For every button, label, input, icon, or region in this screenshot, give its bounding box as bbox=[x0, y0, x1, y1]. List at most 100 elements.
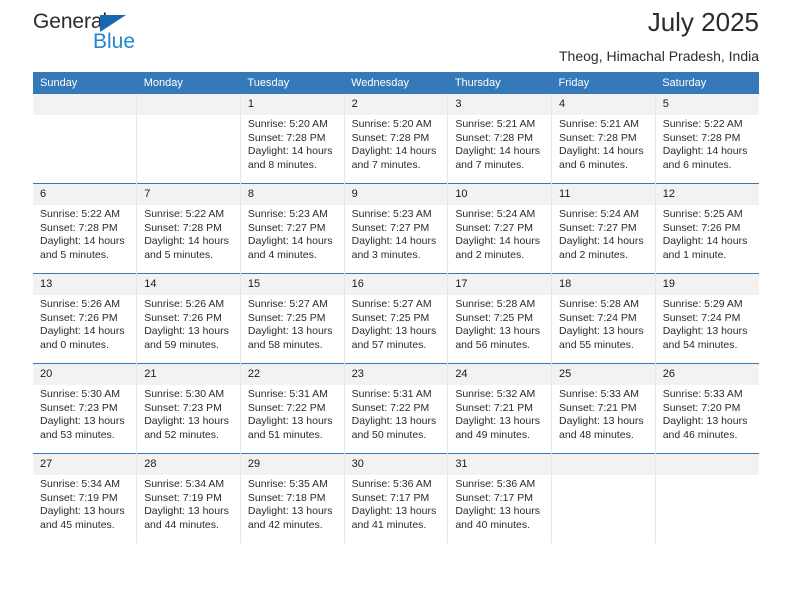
calendar-day-cell[interactable]: 25 Sunrise: 5:33 AM Sunset: 7:21 PM Dayligh… bbox=[551, 363, 656, 454]
calendar-day-cell[interactable]: 15 Sunrise: 5:27 AM Sunset: 7:25 PM Dayligh… bbox=[239, 273, 345, 364]
daylight-text-line1: Daylight: 13 hours bbox=[662, 415, 748, 428]
day-number: 9 bbox=[344, 184, 448, 205]
day-number: 17 bbox=[448, 274, 552, 295]
weekday-header-row: Sunday Monday Tuesday Wednesday Thursday… bbox=[33, 72, 759, 94]
sunrise-text: Sunrise: 5:27 AM bbox=[351, 298, 432, 310]
day-details: Sunrise: 5:29 AM Sunset: 7:24 PM Daylight:… bbox=[656, 295, 759, 352]
calendar-day-cell[interactable]: 13 Sunrise: 5:26 AM Sunset: 7:26 PM Dayligh… bbox=[33, 273, 137, 364]
weekday-header-sunday: Sunday bbox=[33, 72, 137, 94]
daylight-text-line1: Daylight: 13 hours bbox=[247, 505, 333, 518]
sunset-text: Sunset: 7:22 PM bbox=[247, 401, 326, 414]
day-details: Sunrise: 5:23 AM Sunset: 7:27 PM Daylight:… bbox=[241, 205, 344, 262]
daylight-text-line2: and 58 minutes. bbox=[247, 338, 323, 351]
day-details: Sunrise: 5:27 AM Sunset: 7:25 PM Daylight:… bbox=[345, 295, 448, 352]
sunset-text: Sunset: 7:27 PM bbox=[247, 221, 326, 234]
sunset-text: Sunset: 7:25 PM bbox=[351, 311, 430, 324]
day-number: 1 bbox=[240, 94, 344, 115]
calendar-day-cell[interactable]: 4 Sunrise: 5:21 AM Sunset: 7:28 PM Daylight… bbox=[551, 94, 656, 184]
day-number: 19 bbox=[655, 274, 759, 295]
sunrise-text: Sunrise: 5:24 AM bbox=[455, 208, 536, 220]
day-number: 27 bbox=[33, 454, 137, 475]
calendar-day-cell[interactable]: 14 Sunrise: 5:26 AM Sunset: 7:26 PM Dayligh… bbox=[136, 273, 241, 364]
calendar-day-cell[interactable]: 16 Sunrise: 5:27 AM Sunset: 7:25 PM Dayligh… bbox=[343, 273, 448, 364]
daylight-text-line2: and 48 minutes. bbox=[559, 428, 634, 441]
daylight-text-line2: and 50 minutes. bbox=[351, 428, 427, 441]
calendar-day-cell[interactable]: 12 Sunrise: 5:25 AM Sunset: 7:26 PM Dayligh… bbox=[654, 183, 759, 274]
sunrise-text: Sunrise: 5:34 AM bbox=[40, 478, 120, 490]
weekday-header-wednesday: Wednesday bbox=[344, 72, 448, 94]
calendar-day-cell-empty bbox=[136, 94, 241, 184]
calendar-week-row: 1 Sunrise: 5:20 AM Sunset: 7:28 PM Daylight… bbox=[33, 94, 759, 184]
day-number: 15 bbox=[240, 274, 344, 295]
day-details: Sunrise: 5:24 AM Sunset: 7:27 PM Daylight:… bbox=[552, 205, 655, 262]
page-subtitle: Theog, Himachal Pradesh, India bbox=[559, 48, 759, 64]
sunrise-text: Sunrise: 5:21 AM bbox=[455, 118, 536, 130]
day-details: Sunrise: 5:28 AM Sunset: 7:24 PM Daylight:… bbox=[552, 295, 655, 352]
calendar-day-cell[interactable]: 21 Sunrise: 5:30 AM Sunset: 7:23 PM Dayligh… bbox=[136, 363, 241, 454]
weekday-header-tuesday: Tuesday bbox=[240, 72, 345, 94]
calendar-day-cell[interactable]: 23 Sunrise: 5:31 AM Sunset: 7:22 PM Dayligh… bbox=[343, 363, 448, 454]
calendar-day-cell[interactable]: 17 Sunrise: 5:28 AM Sunset: 7:25 PM Dayligh… bbox=[447, 273, 552, 364]
day-details: Sunrise: 5:33 AM Sunset: 7:20 PM Daylight:… bbox=[656, 385, 759, 442]
daylight-text-line2: and 49 minutes. bbox=[455, 428, 531, 441]
calendar-day-cell[interactable]: 27 Sunrise: 5:34 AM Sunset: 7:19 PM Dayligh… bbox=[33, 453, 137, 543]
calendar-day-cell[interactable]: 8 Sunrise: 5:23 AM Sunset: 7:27 PM Daylight… bbox=[239, 183, 345, 274]
calendar-day-cell[interactable]: 28 Sunrise: 5:34 AM Sunset: 7:19 PM Dayligh… bbox=[136, 453, 241, 543]
day-details: Sunrise: 5:22 AM Sunset: 7:28 PM Daylight:… bbox=[656, 115, 759, 172]
sunrise-text: Sunrise: 5:31 AM bbox=[351, 388, 432, 400]
calendar-day-cell[interactable]: 10 Sunrise: 5:24 AM Sunset: 7:27 PM Dayligh… bbox=[447, 183, 552, 274]
calendar-day-cell[interactable]: 1 Sunrise: 5:20 AM Sunset: 7:28 PM Daylight… bbox=[239, 94, 345, 184]
calendar-day-cell[interactable]: 20 Sunrise: 5:30 AM Sunset: 7:23 PM Dayligh… bbox=[33, 363, 137, 454]
daylight-text-line1: Daylight: 13 hours bbox=[455, 505, 540, 518]
sunrise-text: Sunrise: 5:26 AM bbox=[144, 298, 225, 310]
day-details: Sunrise: 5:35 AM Sunset: 7:18 PM Daylight:… bbox=[241, 475, 344, 532]
calendar-day-cell[interactable]: 11 Sunrise: 5:24 AM Sunset: 7:27 PM Dayligh… bbox=[551, 183, 656, 274]
calendar-day-cell[interactable]: 26 Sunrise: 5:33 AM Sunset: 7:20 PM Dayligh… bbox=[654, 363, 759, 454]
day-details: Sunrise: 5:27 AM Sunset: 7:25 PM Daylight:… bbox=[241, 295, 344, 352]
calendar-day-cell[interactable]: 3 Sunrise: 5:21 AM Sunset: 7:28 PM Daylight… bbox=[447, 94, 552, 184]
daylight-text-line1: Daylight: 13 hours bbox=[351, 505, 437, 518]
daylight-text-line1: Daylight: 14 hours bbox=[40, 325, 125, 338]
calendar-day-cell[interactable]: 22 Sunrise: 5:31 AM Sunset: 7:22 PM Dayligh… bbox=[239, 363, 345, 454]
sunset-text: Sunset: 7:19 PM bbox=[40, 491, 118, 504]
weekday-header-friday: Friday bbox=[551, 72, 656, 94]
calendar-day-cell[interactable]: 31 Sunrise: 5:36 AM Sunset: 7:17 PM Dayligh… bbox=[447, 453, 552, 543]
calendar-day-cell[interactable]: 2 Sunrise: 5:20 AM Sunset: 7:28 PM Daylight… bbox=[343, 94, 448, 184]
brand-name-blue: Blue bbox=[93, 30, 136, 53]
calendar-day-cell[interactable]: 29 Sunrise: 5:35 AM Sunset: 7:18 PM Dayligh… bbox=[239, 453, 345, 543]
calendar-day-cell[interactable]: 19 Sunrise: 5:29 AM Sunset: 7:24 PM Dayligh… bbox=[654, 273, 759, 364]
day-details: Sunrise: 5:22 AM Sunset: 7:28 PM Daylight:… bbox=[33, 205, 136, 262]
day-details: Sunrise: 5:20 AM Sunset: 7:28 PM Daylight:… bbox=[241, 115, 344, 172]
sunrise-text: Sunrise: 5:23 AM bbox=[247, 208, 328, 220]
sunset-text: Sunset: 7:20 PM bbox=[662, 401, 741, 414]
day-details: Sunrise: 5:21 AM Sunset: 7:28 PM Daylight:… bbox=[552, 115, 655, 172]
sunrise-text: Sunrise: 5:36 AM bbox=[455, 478, 536, 490]
calendar-day-cell[interactable]: 18 Sunrise: 5:28 AM Sunset: 7:24 PM Dayligh… bbox=[551, 273, 656, 364]
daylight-text-line2: and 54 minutes. bbox=[662, 338, 738, 351]
sunset-text: Sunset: 7:27 PM bbox=[559, 221, 637, 234]
weekday-header-thursday: Thursday bbox=[447, 72, 552, 94]
day-details: Sunrise: 5:21 AM Sunset: 7:28 PM Daylight:… bbox=[448, 115, 551, 172]
day-number: 25 bbox=[552, 364, 655, 385]
sunrise-text: Sunrise: 5:30 AM bbox=[40, 388, 120, 400]
sunrise-text: Sunrise: 5:20 AM bbox=[351, 118, 432, 130]
calendar-day-cell[interactable]: 7 Sunrise: 5:22 AM Sunset: 7:28 PM Daylight… bbox=[136, 183, 241, 274]
daylight-text-line2: and 53 minutes. bbox=[40, 428, 115, 441]
calendar-day-cell[interactable]: 24 Sunrise: 5:32 AM Sunset: 7:21 PM Dayligh… bbox=[447, 363, 552, 454]
day-number: 12 bbox=[655, 184, 759, 205]
sunrise-text: Sunrise: 5:27 AM bbox=[247, 298, 328, 310]
calendar-day-cell[interactable]: 9 Sunrise: 5:23 AM Sunset: 7:27 PM Daylight… bbox=[343, 183, 448, 274]
daylight-text-line1: Daylight: 14 hours bbox=[559, 145, 644, 158]
brand-logo[interactable]: General Blue bbox=[33, 10, 193, 60]
calendar-day-cell[interactable]: 5 Sunrise: 5:22 AM Sunset: 7:28 PM Daylight… bbox=[654, 94, 759, 184]
day-number: 16 bbox=[344, 274, 448, 295]
calendar-day-cell[interactable]: 30 Sunrise: 5:36 AM Sunset: 7:17 PM Dayligh… bbox=[343, 453, 448, 543]
day-number: 22 bbox=[240, 364, 344, 385]
daylight-text-line1: Daylight: 14 hours bbox=[559, 235, 644, 248]
day-details: Sunrise: 5:32 AM Sunset: 7:21 PM Daylight:… bbox=[448, 385, 551, 442]
sunrise-text: Sunrise: 5:22 AM bbox=[40, 208, 120, 220]
daylight-text-line2: and 3 minutes. bbox=[351, 248, 421, 261]
day-details: Sunrise: 5:36 AM Sunset: 7:17 PM Daylight:… bbox=[448, 475, 551, 532]
day-details: Sunrise: 5:24 AM Sunset: 7:27 PM Daylight:… bbox=[448, 205, 551, 262]
calendar-day-cell[interactable]: 6 Sunrise: 5:22 AM Sunset: 7:28 PM Daylight… bbox=[33, 183, 137, 274]
